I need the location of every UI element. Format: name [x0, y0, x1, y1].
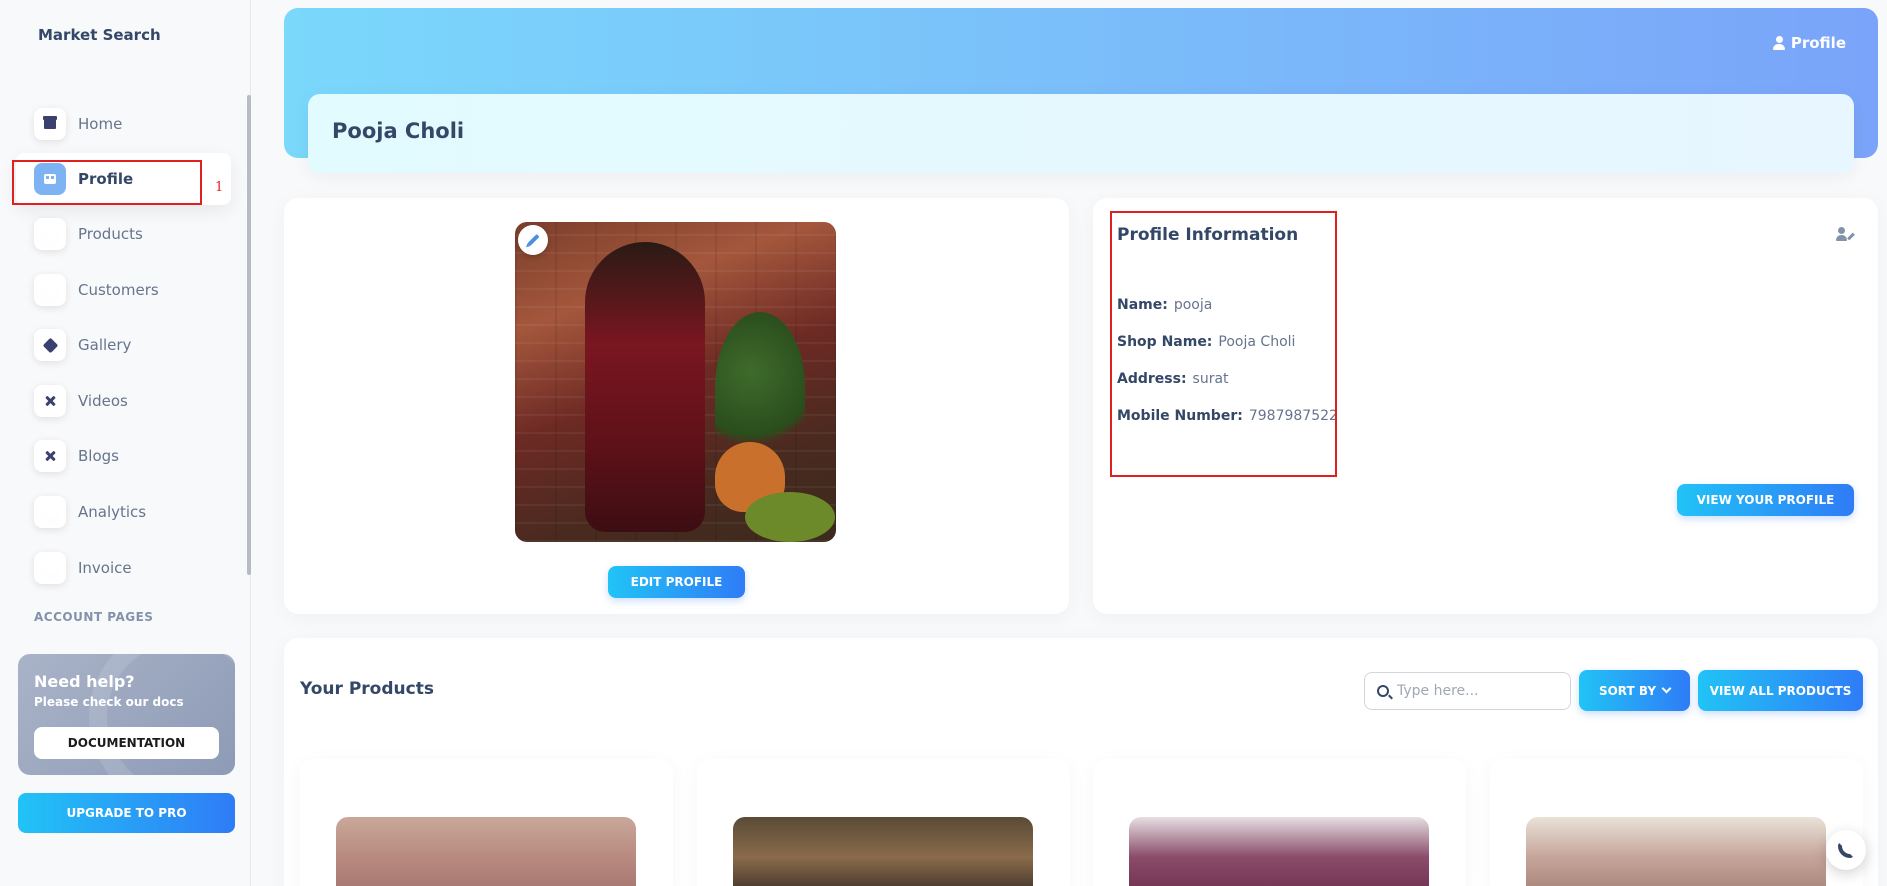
credit-card-icon [34, 496, 66, 528]
product-image[interactable] [336, 817, 636, 886]
credit-card-icon [34, 218, 66, 250]
sidebar-item-home[interactable]: Home [34, 104, 234, 144]
help-title: Need help? [34, 672, 135, 691]
sidebar-item-customers[interactable]: Customers [34, 270, 234, 310]
tools-icon [34, 385, 66, 417]
product-image[interactable] [1129, 817, 1429, 886]
shop-name-bar: Pooja Choli [308, 94, 1854, 173]
credit-card-icon [34, 552, 66, 584]
section-heading: ACCOUNT PAGES [34, 610, 154, 624]
phone-icon [1838, 842, 1854, 858]
page-title: Pooja Choli [332, 119, 465, 143]
box-icon [34, 329, 66, 361]
edit-photo-button[interactable] [518, 225, 548, 255]
search-icon [1377, 685, 1389, 697]
annotation-highlight-box [12, 160, 202, 205]
sort-by-label: SORT BY [1598, 683, 1657, 698]
sidebar-item-label: Home [78, 115, 123, 133]
annotation-highlight-box [1110, 211, 1337, 477]
header-profile-label: Profile [1790, 34, 1846, 52]
store-icon [34, 108, 66, 140]
sidebar-item-label: Gallery [78, 336, 132, 354]
sidebar-item-label: Videos [78, 392, 128, 410]
sidebar-item-blogs[interactable]: Blogs [34, 436, 234, 476]
sidebar-item-analytics[interactable]: Analytics [34, 492, 234, 532]
tools-icon [34, 440, 66, 472]
sidebar-scrollbar[interactable] [247, 95, 251, 575]
sidebar-item-label: Analytics [78, 503, 147, 521]
call-button[interactable] [1826, 830, 1866, 870]
search-input[interactable] [1397, 683, 1557, 699]
chevron-down-icon [1661, 683, 1672, 694]
upgrade-button[interactable]: UPGRADE TO PRO [18, 793, 235, 833]
documentation-button[interactable]: DOCUMENTATION [34, 727, 219, 759]
sidebar-item-videos[interactable]: Videos [34, 381, 234, 421]
brand-name[interactable]: Market Search [38, 26, 161, 44]
search-field[interactable] [1364, 672, 1571, 710]
annotation-number: 1 [215, 180, 224, 195]
profile-photo [515, 222, 836, 542]
sidebar-item-label: Invoice [78, 559, 132, 577]
product-image[interactable] [733, 817, 1033, 886]
edit-profile-button[interactable]: EDIT PROFILE [608, 566, 745, 598]
user-icon [1772, 36, 1785, 50]
help-subtitle: Please check our docs [34, 695, 184, 709]
sidebar-item-products[interactable]: Products [34, 214, 234, 254]
product-image[interactable] [1526, 817, 1826, 886]
credit-card-icon [34, 274, 66, 306]
pencil-icon [526, 233, 540, 247]
sidebar-item-label: Products [78, 225, 143, 243]
view-profile-button[interactable]: VIEW YOUR PROFILE [1677, 484, 1854, 516]
sidebar-item-invoice[interactable]: Invoice [34, 548, 234, 588]
view-all-products-button[interactable]: VIEW ALL PRODUCTS [1698, 670, 1863, 711]
products-title: Your Products [300, 679, 434, 699]
header-profile-link[interactable]: Profile [1772, 34, 1846, 52]
sidebar: Market Search Home Profile Products Cust… [0, 0, 251, 886]
help-card: Need help? Please check our docs DOCUMEN… [18, 654, 235, 775]
sidebar-item-gallery[interactable]: Gallery [34, 325, 234, 365]
edit-user-icon[interactable] [1836, 227, 1855, 243]
sort-by-button[interactable]: SORT BY [1579, 670, 1690, 711]
sidebar-item-label: Blogs [78, 447, 119, 465]
sidebar-item-label: Customers [78, 281, 159, 299]
